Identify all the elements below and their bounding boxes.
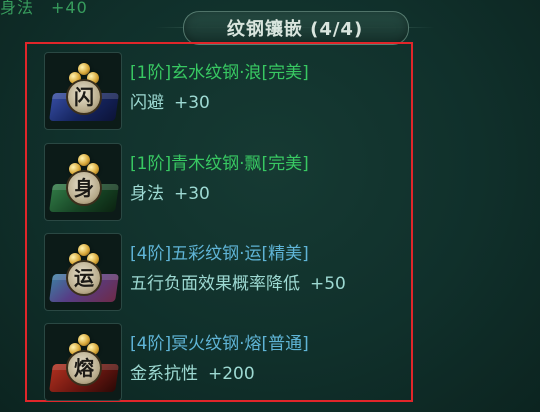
gem-name: [1阶]玄水纹钢·浪[完美]	[130, 63, 309, 83]
previous-stat-line: 身法 +40	[0, 0, 88, 17]
gem-stat: 闪避 +30	[130, 88, 309, 118]
gem-info: [4阶]五彩纹钢·运[精美] 五行负面效果概率降低 +50	[130, 239, 346, 299]
gem-stat: 身法 +30	[130, 179, 309, 209]
gem-stat-value: +30	[174, 93, 210, 113]
gem-stat: 金系抗性 +200	[130, 359, 309, 389]
gem-glyph-icon: 熔	[66, 350, 102, 386]
gem-info: [1阶]玄水纹钢·浪[完美] 闪避 +30	[130, 58, 309, 118]
gem-icon-xuanshui[interactable]: 闪	[44, 52, 122, 130]
gem-info: [1阶]青木纹钢·飘[完美] 身法 +30	[130, 149, 309, 209]
gem-name: [1阶]青木纹钢·飘[完美]	[130, 154, 309, 174]
gem-stat-label: 闪避	[130, 93, 164, 113]
gem-icon-qingmu[interactable]: 身	[44, 143, 122, 221]
gem-stat-label: 身法	[130, 184, 164, 204]
gem-slot-3[interactable]: 运 [4阶]五彩纹钢·运[精美] 五行负面效果概率降低 +50	[44, 233, 414, 313]
gem-stat: 五行负面效果概率降低 +50	[130, 269, 346, 299]
gem-glyph-icon: 闪	[66, 79, 102, 115]
gem-icon-wucai[interactable]: 运	[44, 233, 122, 311]
gem-stat-value: +50	[310, 274, 346, 294]
gem-inlay-panel: 身法 +40 纹钢镶嵌 (4/4) 闪 [1阶]玄水纹钢·浪[完美] 闪避 +30	[0, 0, 540, 412]
gem-slot-2[interactable]: 身 [1阶]青木纹钢·飘[完美] 身法 +30	[44, 143, 414, 223]
gem-name: [4阶]五彩纹钢·运[精美]	[130, 244, 309, 264]
section-title: 纹钢镶嵌 (4/4)	[226, 19, 364, 40]
gem-stat-value: +30	[174, 184, 210, 204]
gem-glyph-icon: 运	[66, 260, 102, 296]
gem-slot-1[interactable]: 闪 [1阶]玄水纹钢·浪[完美] 闪避 +30	[44, 52, 414, 132]
gem-stat-label: 金系抗性	[130, 364, 198, 384]
gem-icon-minghuo[interactable]: 熔	[44, 323, 122, 401]
gem-glyph-icon: 身	[66, 170, 102, 206]
gem-info: [4阶]冥火纹钢·熔[普通] 金系抗性 +200	[130, 329, 309, 389]
gem-slot-4[interactable]: 熔 [4阶]冥火纹钢·熔[普通] 金系抗性 +200	[44, 323, 414, 403]
gem-stat-label: 五行负面效果概率降低	[130, 274, 300, 294]
gem-name: [4阶]冥火纹钢·熔[普通]	[130, 334, 309, 354]
gem-stat-value: +200	[208, 364, 255, 384]
